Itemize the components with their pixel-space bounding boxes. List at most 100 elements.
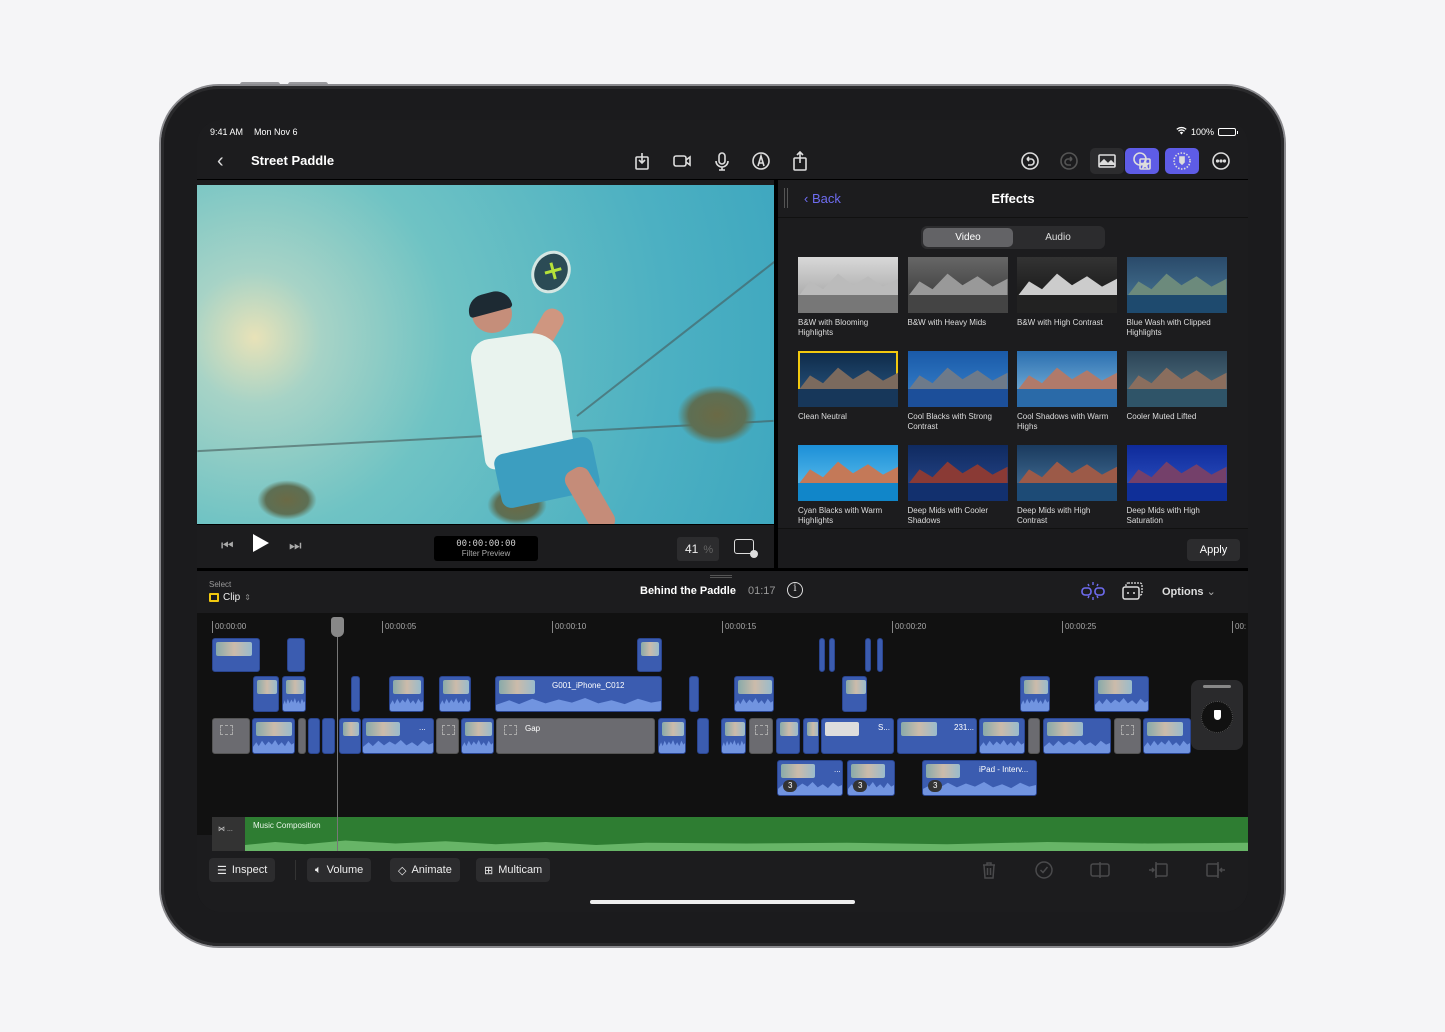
redo-icon[interactable] (1056, 148, 1082, 174)
trim-start-icon[interactable] (1148, 860, 1170, 880)
gap-clip[interactable] (436, 718, 459, 754)
more-icon[interactable] (1208, 148, 1234, 174)
inspect-button[interactable]: ☰ Inspect (209, 858, 276, 882)
gap-clip[interactable] (1114, 718, 1141, 754)
timeline-clip[interactable] (734, 676, 774, 712)
effect-item[interactable]: B&W with Blooming Highlights (798, 257, 898, 351)
playhead[interactable] (337, 617, 338, 852)
info-icon[interactable]: i (787, 582, 803, 598)
timeline-clip[interactable] (252, 718, 295, 754)
effect-item[interactable]: Clean Neutral (798, 351, 898, 445)
timeline-clip[interactable] (776, 718, 800, 754)
timeline-clip[interactable] (1143, 718, 1191, 754)
microphone-icon[interactable] (709, 148, 735, 174)
effect-item[interactable]: Deep Mids with Cooler Shadows (907, 445, 1008, 539)
effect-item[interactable]: Cyan Blacks with Warm Highlights (798, 445, 898, 539)
back-button[interactable]: ‹ (217, 150, 224, 173)
animate-button[interactable]: ◇ Animate (390, 858, 460, 882)
effect-item[interactable]: Deep Mids with High Saturation (1126, 445, 1227, 539)
gap-clip[interactable] (1028, 718, 1040, 754)
viewer-zoom[interactable]: 41% (677, 537, 719, 561)
play-button[interactable] (253, 534, 269, 552)
timeline-clip[interactable] (1020, 676, 1050, 712)
effect-item[interactable]: Blue Wash with Clipped Highlights (1126, 257, 1227, 351)
timeline-clip[interactable] (1094, 676, 1149, 712)
video-viewer[interactable] (197, 185, 774, 524)
gap-clip[interactable] (298, 718, 306, 754)
music-clip[interactable]: Music Composition (245, 817, 1248, 851)
home-indicator[interactable] (590, 900, 855, 904)
timeline-clip[interactable] (697, 718, 709, 754)
timeline-clip[interactable] (637, 638, 662, 672)
volume-button[interactable]: 🔈︎ Volume (307, 858, 372, 882)
timeline-clip[interactable] (287, 638, 305, 672)
gap-clip[interactable]: Gap (496, 718, 655, 754)
skip-forward-icon[interactable]: ⏭ (289, 537, 302, 554)
multicam-button[interactable]: ⊞ Multicam (476, 858, 551, 882)
jog-dial[interactable] (1201, 701, 1233, 733)
timeline-clip[interactable] (979, 718, 1025, 754)
playhead-handle[interactable] (331, 617, 344, 637)
gap-clip[interactable] (749, 718, 773, 754)
timeline-clip[interactable]: 231... (897, 718, 977, 754)
clip-appearance-icon[interactable] (1122, 582, 1144, 600)
effect-item[interactable]: Deep Mids with High Contrast (1017, 445, 1117, 539)
drag-handle[interactable] (784, 188, 788, 208)
skip-back-icon[interactable]: ⏮ (221, 537, 234, 554)
timeline-clip[interactable] (351, 676, 360, 712)
trash-icon[interactable] (979, 860, 1001, 880)
title-clip[interactable]: S... (821, 718, 894, 754)
color-correction-icon[interactable] (1165, 148, 1199, 174)
checkmark-icon[interactable] (1034, 860, 1056, 880)
timeline-clip[interactable] (212, 638, 260, 672)
timeline-clip[interactable] (842, 676, 867, 712)
effect-item[interactable]: Cooler Muted Lifted (1126, 351, 1227, 445)
viewer-options-icon[interactable] (734, 539, 758, 558)
trim-end-icon[interactable] (1206, 860, 1228, 880)
timeline-clip[interactable] (721, 718, 746, 754)
multicam-clip-ipad[interactable]: iPad - Interv... 3 (922, 760, 1037, 796)
timeline-clip[interactable] (1043, 718, 1111, 754)
timeline-tracks[interactable]: G001_iPhone_C012 ... Gap S... 231... ...… (197, 635, 1248, 835)
timeline-clip[interactable] (282, 676, 306, 712)
jog-handle[interactable] (1203, 685, 1231, 688)
timeline-clip[interactable] (829, 638, 835, 672)
timeline-clip[interactable] (658, 718, 686, 754)
timeline-clip[interactable] (877, 638, 883, 672)
options-menu[interactable]: Options ⌄ (1162, 585, 1216, 598)
share-icon[interactable] (787, 148, 813, 174)
voiceover-icon[interactable] (748, 148, 774, 174)
effect-item[interactable]: Cool Shadows with Warm Highs (1017, 351, 1117, 445)
timeline-clip[interactable] (865, 638, 871, 672)
timeline-clip[interactable] (689, 676, 699, 712)
resize-grabber[interactable] (710, 575, 732, 578)
timeline-clip[interactable] (819, 638, 825, 672)
multicam-clip[interactable]: ... 3 (777, 760, 843, 796)
split-icon[interactable] (1090, 860, 1112, 880)
select-mode-picker[interactable]: Clip ⇕ (209, 592, 251, 603)
timeline-clip[interactable] (308, 718, 320, 754)
timeline-clip[interactable] (253, 676, 279, 712)
effects-browser-icon[interactable] (1125, 148, 1159, 174)
timeline-clip[interactable] (322, 718, 335, 754)
import-icon[interactable] (629, 148, 655, 174)
timeline-clip[interactable] (339, 718, 361, 754)
photos-icon[interactable] (1090, 148, 1124, 174)
jog-wheel[interactable] (1191, 680, 1243, 750)
clip-iphone[interactable]: G001_iPhone_C012 (495, 676, 662, 712)
timeline-clip[interactable] (389, 676, 424, 712)
tab-video[interactable]: Video (923, 228, 1013, 247)
effects-back-button[interactable]: ‹ Back (804, 191, 841, 206)
music-track-header[interactable]: ⋈ ... (212, 817, 245, 851)
camera-icon[interactable] (669, 148, 695, 174)
multicam-clip[interactable]: 3 (847, 760, 895, 796)
snapping-icon[interactable] (1081, 582, 1105, 600)
effect-item[interactable]: B&W with High Contrast (1017, 257, 1117, 351)
timeline-clip[interactable] (461, 718, 494, 754)
undo-icon[interactable] (1017, 148, 1043, 174)
tab-audio[interactable]: Audio (1013, 228, 1103, 247)
effect-item[interactable]: B&W with Heavy Mids (907, 257, 1008, 351)
timeline-clip[interactable] (439, 676, 471, 712)
timeline-clip[interactable] (803, 718, 819, 754)
gap-clip[interactable] (212, 718, 250, 754)
